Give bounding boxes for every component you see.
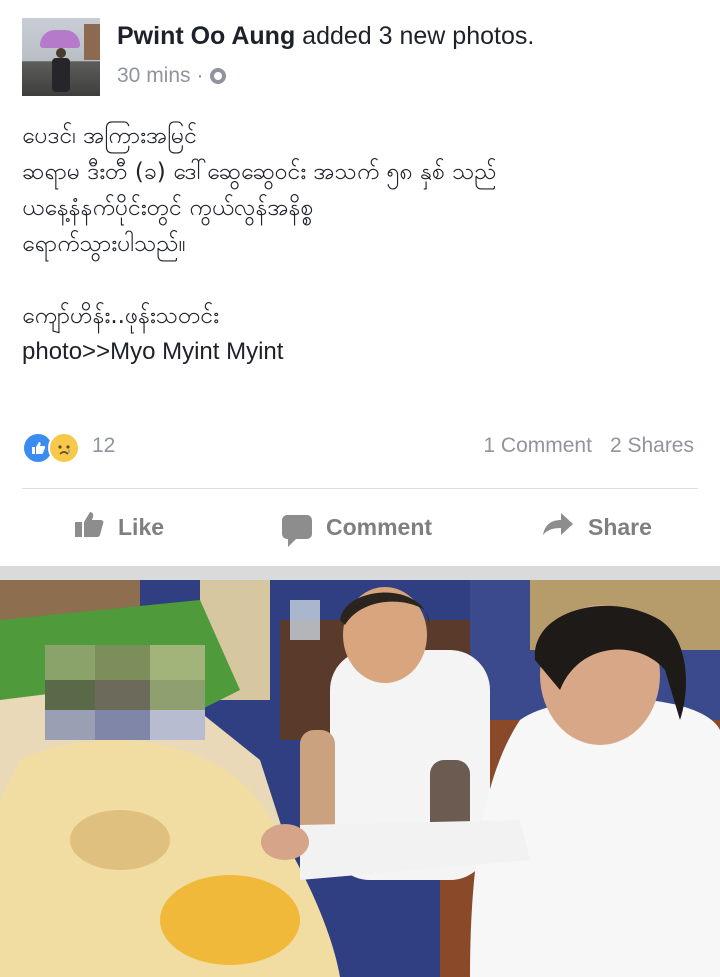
- avatar-person-body: [52, 58, 70, 92]
- post-text-line: ရောက်သွားပါသည်။: [22, 231, 186, 257]
- post-photo[interactable]: [0, 580, 720, 977]
- share-label: Share: [588, 513, 652, 540]
- post-text-line: ပေဒင်၊ အကြားအမြင်: [22, 123, 197, 149]
- post-action-text: added 3 new photos.: [302, 22, 535, 50]
- post-text-spacer: [22, 262, 702, 298]
- avatar-building: [84, 24, 100, 60]
- divider: [22, 488, 698, 489]
- share-button[interactable]: Share: [542, 502, 652, 552]
- comment-label: Comment: [326, 513, 433, 540]
- comment-count-link[interactable]: 1 Comment: [483, 434, 592, 457]
- action-bar: Like Comment Share: [0, 502, 720, 552]
- photo-illustration: [0, 580, 720, 977]
- comment-button[interactable]: Comment: [282, 502, 432, 552]
- comment-icon: [282, 515, 312, 547]
- post-text: ပေဒင်၊ အကြားအမြင် ဆရာမ ဒီးတီ (ခ) ဒေါ်ဆွေ…: [22, 118, 702, 370]
- reaction-count: 12: [92, 434, 116, 457]
- avatar-umbrella: [40, 30, 80, 48]
- post-text-line: ဆရာမ ဒီးတီ (ခ) ဒေါ်ဆွေဆွေဝင်း အသက် ၅၈ နှ…: [22, 159, 497, 185]
- post-timestamp[interactable]: 30 mins: [117, 64, 191, 87]
- post-meta: 30 mins ·: [117, 64, 226, 88]
- post-header: Pwint Oo Aung added 3 new photos. 30 min…: [22, 18, 702, 98]
- like-button[interactable]: Like: [74, 502, 164, 552]
- section-gap: [0, 566, 720, 580]
- thumbs-up-icon: [74, 510, 104, 544]
- author-name[interactable]: Pwint Oo Aung: [117, 22, 295, 50]
- globe-icon[interactable]: [209, 68, 226, 84]
- post-closing-line: ကျော်ဟိန်း..ဖုန်းသတင်း: [22, 303, 220, 329]
- avatar-person-head: [56, 48, 66, 58]
- post-stats: 1 Comment 2 Shares: [483, 434, 694, 458]
- post-text-line: ယနေ့နံနက်ပိုင်းတွင် ကွယ်လွန်အနိစ္စ: [22, 195, 314, 221]
- meta-separator: ·: [196, 64, 204, 87]
- photo-credit: photo>>Myo Myint Myint: [22, 338, 284, 365]
- poster-line: Pwint Oo Aung added 3 new photos.: [117, 22, 534, 51]
- sad-reaction-icon: [48, 432, 80, 464]
- avatar[interactable]: [22, 18, 100, 96]
- share-arrow-icon: [542, 512, 574, 542]
- share-count-link[interactable]: 2 Shares: [610, 434, 694, 457]
- like-label: Like: [118, 513, 165, 540]
